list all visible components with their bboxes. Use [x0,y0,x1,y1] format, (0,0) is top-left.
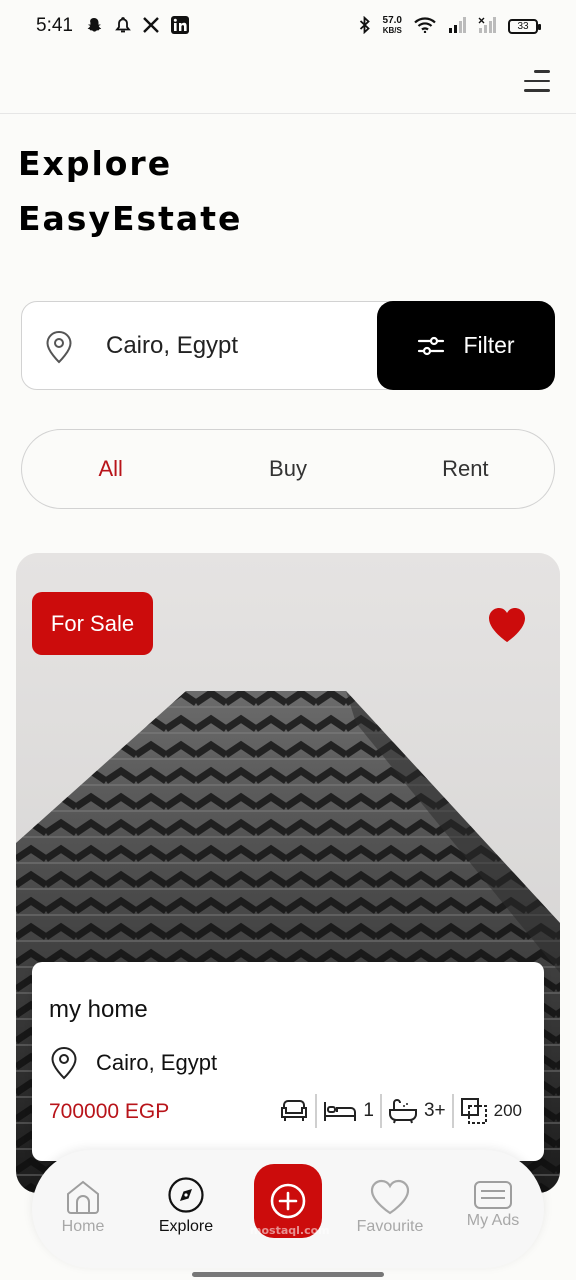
location-input[interactable]: Cairo, Egypt [106,332,238,360]
bedrooms-count: 1 [363,1100,374,1121]
list-icon [474,1181,512,1209]
property-features: 1 3+ 200 [273,1094,528,1128]
nav-my-ads-label: My Ads [466,1212,520,1229]
area-value: 200 [493,1101,522,1120]
network-speed: 57.0 KB/S [383,16,402,36]
nav-home-label: Home [61,1218,105,1235]
page-title-line2: EasyEstate [18,199,243,238]
status-bar: 5:41 57.0 KB/S 33 [0,0,576,52]
filter-label: Filter [463,332,515,358]
notification-icon [115,16,131,37]
tab-rent[interactable]: Rent [377,430,554,508]
property-name: my home [49,996,148,1023]
listing-status-badge: For Sale [32,592,153,655]
nav-explore-label: Explore [158,1218,214,1235]
snapchat-icon [85,16,103,37]
bottom-navigation: Home Explore mostaql.com Favourite My Ad… [32,1150,544,1268]
property-price: 700000 EGP [49,1100,170,1123]
home-indicator[interactable] [192,1272,384,1277]
bathtub-icon [388,1099,417,1124]
signal-icon-1 [448,16,466,36]
nav-explore[interactable]: Explore [136,1150,236,1268]
tab-buy[interactable]: Buy [199,430,376,508]
feature-bathrooms: 3+ [379,1094,452,1128]
compass-icon [168,1177,204,1213]
nav-my-ads[interactable]: My Ads [443,1150,543,1268]
home-icon [67,1180,99,1214]
location-pin-icon [46,330,72,364]
network-speed-value: 57.0 [382,15,402,26]
tab-all[interactable]: All [22,430,199,508]
location-search[interactable]: Cairo, Egypt Filter [21,301,555,390]
plus-circle-icon [270,1183,306,1219]
feature-area: 200 [451,1094,528,1128]
network-speed-unit: KB/S [382,26,402,35]
x-icon [143,16,159,36]
bathrooms-count: 3+ [423,1100,446,1121]
feature-bedrooms: 1 [315,1094,380,1128]
filter-button[interactable]: Filter [377,301,555,390]
heart-outline-icon [370,1179,410,1215]
watermark: mostaql.com [250,1224,330,1237]
nav-home[interactable]: Home [33,1150,133,1268]
area-icon [460,1098,487,1124]
menu-icon[interactable] [524,70,550,96]
property-location: Cairo, Egypt [96,1050,218,1075]
nav-favourite[interactable]: Favourite [340,1150,440,1268]
bed-icon [324,1102,357,1121]
wifi-icon [414,16,436,36]
sliders-icon [418,336,445,355]
listing-type-tabs: All Buy Rent [21,429,555,509]
armchair-icon [281,1100,308,1121]
page-title: Explore EasyEstate [18,136,242,246]
linkedin-icon [170,15,189,37]
bluetooth-icon [359,15,371,37]
signal-icon-2 [478,16,496,36]
status-time: 5:41 [36,15,73,36]
heart-icon[interactable] [486,605,528,645]
location-pin-icon [51,1046,77,1080]
feature-furniture [273,1094,315,1128]
app-header [0,52,576,114]
battery-icon: 33 [508,18,541,34]
page-title-line1: Explore [18,144,173,183]
battery-level: 33 [517,20,529,32]
property-info-panel[interactable]: my home Cairo, Egypt 700000 EGP 1 3+ 200 [32,962,544,1161]
nav-favourite-label: Favourite [356,1218,424,1235]
